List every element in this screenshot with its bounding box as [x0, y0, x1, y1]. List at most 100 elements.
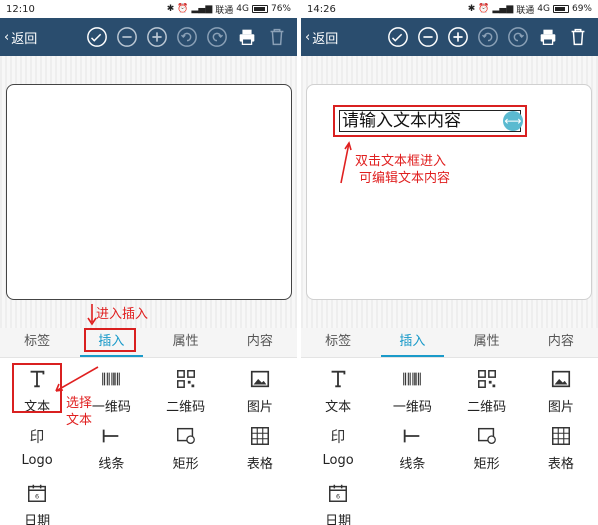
table-icon [250, 427, 269, 445]
status-battery: 76% [270, 4, 291, 14]
alarm-icon: ⏰ [478, 4, 490, 14]
insert-date-label: 日期 [24, 514, 51, 525]
insert-line[interactable]: 线条 [74, 421, 148, 478]
alarm-icon: ⏰ [177, 4, 189, 14]
undo-icon[interactable] [175, 25, 199, 49]
insert-logo-label: Logo [322, 453, 354, 468]
zoom-in-icon[interactable] [145, 25, 169, 49]
redo-icon[interactable] [506, 25, 530, 49]
insert-date[interactable]: 6 日期 [0, 478, 74, 525]
tab-label[interactable]: 标签 [301, 328, 375, 357]
insert-table[interactable]: 表格 [524, 421, 598, 478]
tab-properties[interactable]: 属性 [149, 328, 223, 357]
insert-logo[interactable]: 印 Logo [0, 421, 74, 478]
top-toolbar: ‹ 返回 [301, 18, 598, 56]
zoom-in-icon[interactable] [446, 25, 470, 49]
trash-icon[interactable] [265, 25, 289, 49]
insert-line-label: 线条 [399, 457, 426, 472]
battery-icon [251, 5, 268, 13]
stamp-icon: 印 [331, 429, 346, 446]
tab-content[interactable]: 内容 [223, 328, 297, 357]
insert-qrcode[interactable]: 二维码 [149, 364, 223, 421]
insert-line-label: 线条 [98, 457, 125, 472]
svg-text:印: 印 [30, 429, 45, 446]
annotation-double-click: 双击文本框进入 可编辑文本内容 [355, 154, 451, 186]
check-icon[interactable] [85, 25, 109, 49]
status-time: 14:26 [307, 3, 336, 15]
status-bar: 14:26 ✱ ⏰ ▂▄▆ 联通 4G 69% [301, 0, 598, 18]
insert-qrcode-label: 二维码 [166, 400, 206, 415]
insert-table-label: 表格 [246, 457, 273, 472]
status-bar: 12:10 ✱ ⏰ ▂▄▆ 联通 4G 76% [0, 0, 297, 18]
insert-barcode-label: 一维码 [392, 400, 432, 415]
insert-logo[interactable]: 印 Logo [301, 421, 375, 478]
label-canvas[interactable] [6, 84, 292, 300]
insert-table-label: 表格 [547, 457, 574, 472]
table-icon [551, 427, 570, 445]
text-element-highlight: 请输入文本内容 ⟷ [333, 105, 527, 137]
insert-table[interactable]: 表格 [223, 421, 297, 478]
label-canvas[interactable]: 请输入文本内容 ⟷ 双击文本框进入 可编辑文本内容 [306, 84, 592, 300]
barcode-icon [403, 372, 422, 386]
insert-image-label: 图片 [547, 400, 574, 415]
print-icon[interactable] [235, 25, 259, 49]
back-label: 返回 [11, 31, 38, 47]
insert-qrcode[interactable]: 二维码 [450, 364, 524, 421]
insert-rect[interactable]: 矩形 [149, 421, 223, 478]
bluetooth-icon: ✱ [166, 4, 175, 14]
insert-rect[interactable]: 矩形 [450, 421, 524, 478]
insert-text-label: 文本 [325, 400, 352, 415]
tab-content[interactable]: 内容 [524, 328, 598, 357]
stamp-icon: 印 [30, 429, 45, 446]
text-element[interactable]: 请输入文本内容 [339, 110, 521, 132]
insert-line[interactable]: 线条 [375, 421, 449, 478]
back-button[interactable]: ‹ 返回 [4, 28, 74, 47]
status-time: 12:10 [6, 3, 35, 15]
insert-qrcode-label: 二维码 [467, 400, 507, 415]
zoom-out-icon[interactable] [416, 25, 440, 49]
insert-image[interactable]: 图片 [223, 364, 297, 421]
tab-label[interactable]: 标签 [0, 328, 74, 357]
line-icon [404, 429, 420, 443]
image-icon [250, 370, 269, 388]
tab-insert[interactable]: 插入 [375, 328, 449, 357]
print-icon[interactable] [536, 25, 560, 49]
trash-icon[interactable] [566, 25, 590, 49]
status-net: 4G [537, 4, 550, 14]
insert-barcode-label: 一维码 [91, 400, 131, 415]
bottom-tabs: 标签 插入 属性 内容 [0, 328, 297, 358]
left-screen: 12:10 ✱ ⏰ ▂▄▆ 联通 4G 76% ‹ 返回 进入插入 标签 插入 … [0, 0, 297, 525]
insert-image-label: 图片 [246, 400, 273, 415]
insert-text[interactable]: 文本 [301, 364, 375, 421]
back-label: 返回 [312, 31, 339, 47]
annotation-enter-insert: 进入插入 [96, 307, 149, 322]
resize-handle-icon[interactable]: ⟷ [503, 111, 523, 131]
zoom-out-icon[interactable] [115, 25, 139, 49]
image-icon [551, 370, 570, 388]
svg-text:6: 6 [35, 493, 39, 501]
insert-date-label: 日期 [325, 514, 352, 525]
calendar-icon: 6 [329, 484, 348, 502]
check-icon[interactable] [386, 25, 410, 49]
status-net: 4G [236, 4, 249, 14]
rectangle-icon [176, 427, 195, 444]
tab-properties[interactable]: 属性 [450, 328, 524, 357]
undo-icon[interactable] [476, 25, 500, 49]
status-carrier: 联通 [516, 5, 535, 16]
redo-icon[interactable] [205, 25, 229, 49]
insert-image[interactable]: 图片 [524, 364, 598, 421]
insert-rect-label: 矩形 [172, 457, 199, 472]
status-carrier: 联通 [215, 5, 234, 16]
canvas-area: 请输入文本内容 ⟷ 双击文本框进入 可编辑文本内容 [301, 56, 598, 328]
insert-barcode[interactable]: 一维码 [375, 364, 449, 421]
status-battery: 69% [571, 4, 592, 14]
bottom-tabs: 标签 插入 属性 内容 [301, 328, 598, 358]
insert-logo-label: Logo [21, 453, 53, 468]
signal-icon: ▂▄▆ [492, 4, 514, 14]
arrow-down-icon [87, 304, 97, 326]
line-icon [103, 429, 119, 443]
insert-date[interactable]: 6 日期 [301, 478, 375, 525]
back-button[interactable]: ‹ 返回 [305, 28, 375, 47]
arrow-icon [55, 366, 99, 392]
top-toolbar: ‹ 返回 [0, 18, 297, 56]
